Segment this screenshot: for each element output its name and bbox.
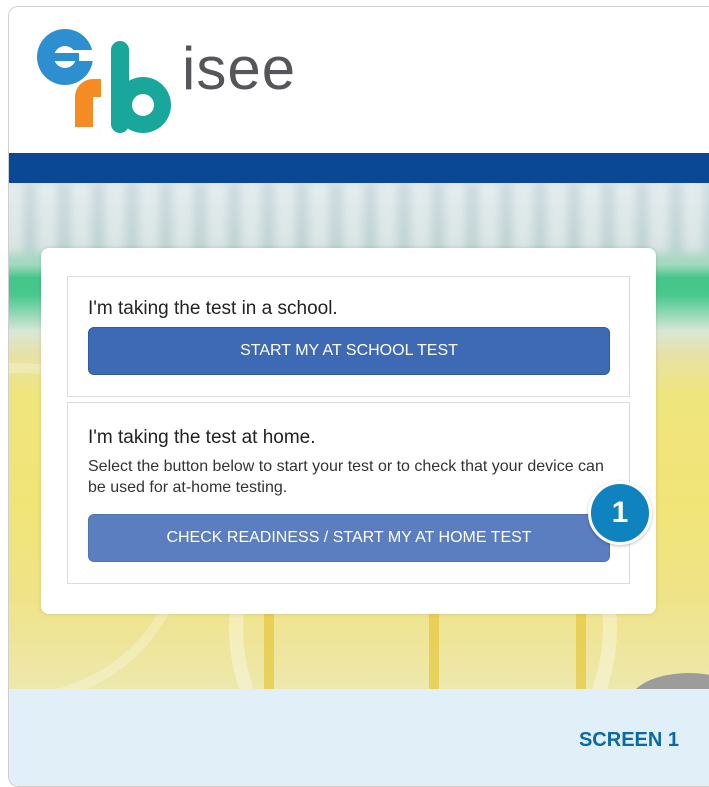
test-location-card: I'm taking the test in a school. START M…: [41, 248, 656, 614]
erb-logo-icon: [37, 29, 171, 133]
footer: SCREEN 1: [9, 689, 709, 786]
isee-logo-text: isee: [182, 35, 297, 102]
start-school-test-button[interactable]: START MY AT SCHOOL TEST: [88, 327, 610, 375]
background-decoration: [576, 613, 586, 689]
background-decoration: [629, 673, 709, 689]
screen-label: SCREEN 1: [578, 729, 679, 751]
home-section-title: I'm taking the test at home.: [88, 427, 316, 448]
callout-badge: 1: [588, 481, 652, 545]
erb-logo: [35, 23, 185, 144]
home-section-description: Select the button below to start your te…: [88, 458, 604, 496]
school-section-title: I'm taking the test in a school.: [88, 298, 338, 319]
check-readiness-button[interactable]: CHECK READINESS / START MY AT HOME TEST: [88, 514, 610, 562]
background-blur: [9, 183, 709, 253]
background-decoration: [264, 613, 274, 689]
background-decoration: [429, 613, 439, 689]
school-test-section: I'm taking the test in a school. START M…: [67, 276, 630, 397]
screen-frame: isee I'm taking the test in a school. ST…: [8, 6, 709, 787]
header: isee: [9, 7, 709, 153]
home-test-section: I'm taking the test at home. Select the …: [67, 402, 630, 584]
nav-bar: [9, 153, 709, 183]
